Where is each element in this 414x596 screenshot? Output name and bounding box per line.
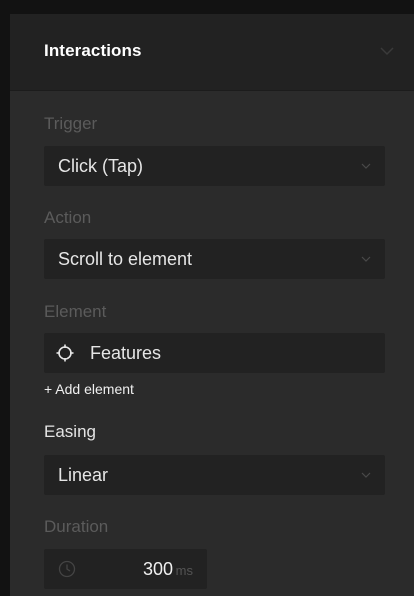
easing-select[interactable]: Linear [44,455,385,495]
app-frame: Interactions Trigger Click (Tap) Action … [0,0,414,596]
easing-select-value: Linear [58,465,109,485]
duration-unit: ms [175,563,193,578]
crosshair-target-icon [56,344,74,362]
chevron-down-icon [361,163,371,169]
duration-value: 300 [142,559,173,579]
element-label: Element [44,302,107,321]
trigger-select[interactable]: Click (Tap) [44,146,385,186]
panel-header[interactable]: Interactions [10,14,414,91]
action-select-value: Scroll to element [58,249,193,269]
add-element-link[interactable]: + Add element [44,381,134,397]
panel-title: Interactions [44,41,142,60]
action-label: Action [44,208,92,227]
element-selector[interactable]: Features [44,333,385,373]
chevron-down-icon[interactable] [380,46,394,56]
trigger-label: Trigger [44,114,98,133]
element-value: Features [90,343,162,363]
trigger-select-value: Click (Tap) [58,156,144,176]
easing-label: Easing [44,422,96,441]
duration-label: Duration [44,517,109,536]
clock-icon [58,560,76,578]
duration-input[interactable]: 300 ms [44,549,207,589]
chevron-down-icon [361,472,371,478]
chevron-down-icon [361,256,371,262]
interactions-panel: Interactions Trigger Click (Tap) Action … [10,14,414,596]
action-select[interactable]: Scroll to element [44,239,385,279]
